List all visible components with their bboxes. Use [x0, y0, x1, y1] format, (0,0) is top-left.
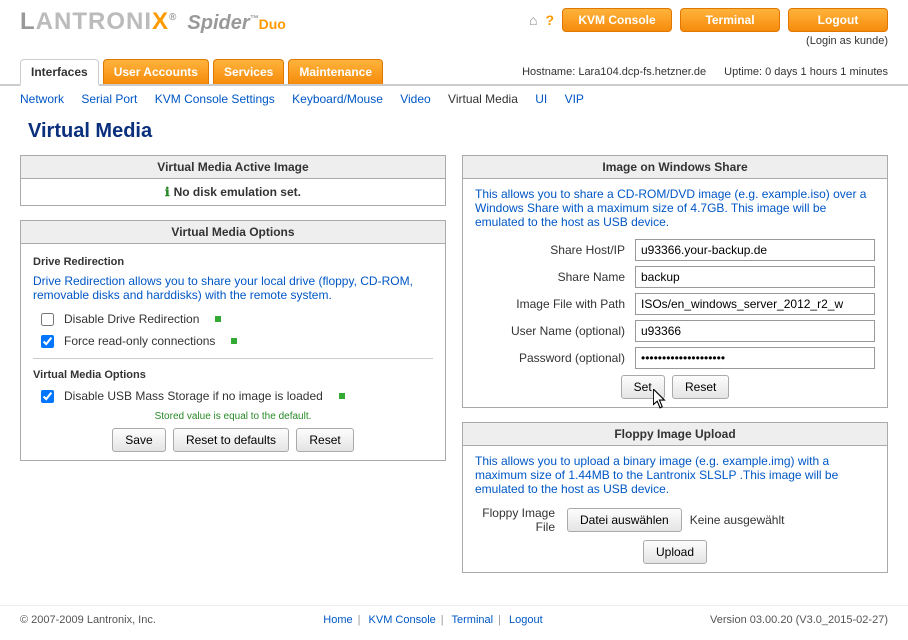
floppy-desc: This allows you to upload a binary image…	[475, 454, 875, 496]
share-host-label: Share Host/IP	[475, 243, 635, 257]
password-label: Password (optional)	[475, 351, 635, 365]
image-path-input[interactable]	[635, 293, 875, 315]
page-title: Virtual Media	[0, 112, 908, 155]
reset-defaults-button[interactable]: Reset to defaults	[173, 428, 289, 452]
footer: © 2007-2009 Lantronix, Inc. Home| KVM Co…	[0, 605, 908, 634]
subnav-ui[interactable]: UI	[535, 92, 547, 106]
home-icon[interactable]: ⌂	[529, 12, 537, 28]
host-info: Hostname: Lara104.dcp-fs.hetzner.de Upti…	[522, 66, 888, 84]
share-name-label: Share Name	[475, 270, 635, 284]
set-button[interactable]: Set	[621, 375, 665, 399]
panel-title-active-image: Virtual Media Active Image	[21, 156, 445, 179]
no-disk-status: ℹNo disk emulation set.	[21, 179, 445, 205]
no-file-label: Keine ausgewählt	[690, 513, 785, 527]
tab-user-accounts[interactable]: User Accounts	[103, 59, 209, 84]
subnav-virtual-media[interactable]: Virtual Media	[448, 92, 518, 106]
status-dot-icon	[215, 316, 221, 322]
subnav-video[interactable]: Video	[400, 92, 430, 106]
reset-button[interactable]: Reset	[296, 428, 353, 452]
disable-drive-redirection-label: Disable Drive Redirection	[64, 312, 199, 326]
choose-file-button[interactable]: Datei auswählen	[567, 508, 682, 532]
copyright-label: © 2007-2009 Lantronix, Inc.	[20, 614, 156, 626]
vm-options-heading: Virtual Media Options	[33, 369, 433, 381]
content: Virtual Media Active Image ℹNo disk emul…	[0, 155, 908, 605]
upload-button[interactable]: Upload	[643, 540, 707, 564]
hostname-label: Hostname: Lara104.dcp-fs.hetzner.de	[522, 66, 706, 78]
uptime-label: Uptime: 0 days 1 hours 1 minutes	[724, 66, 888, 78]
main-tabs: Interfaces User Accounts Services Mainte…	[0, 47, 908, 86]
panel-title-vm-options: Virtual Media Options	[21, 221, 445, 244]
panel-windows-share: Image on Windows Share This allows you t…	[462, 155, 888, 408]
subnav-vip[interactable]: VIP	[565, 92, 584, 106]
disable-drive-redirection-checkbox[interactable]	[41, 313, 54, 326]
subnav-serial[interactable]: Serial Port	[81, 92, 137, 106]
subnav-kvm-settings[interactable]: KVM Console Settings	[155, 92, 275, 106]
logo-spider: Spider™Duo	[187, 12, 285, 35]
stored-default-label: Stored value is equal to the default.	[33, 411, 433, 422]
status-dot-icon	[231, 338, 237, 344]
left-column: Virtual Media Active Image ℹNo disk emul…	[20, 155, 446, 587]
drive-redirection-heading: Drive Redirection	[33, 256, 433, 268]
footer-kvm-link[interactable]: KVM Console	[369, 614, 436, 626]
right-column: Image on Windows Share This allows you t…	[462, 155, 888, 587]
floppy-file-label: Floppy Image File	[475, 506, 565, 534]
panel-title-windows-share: Image on Windows Share	[463, 156, 887, 179]
status-dot-icon	[339, 393, 345, 399]
password-input[interactable]	[635, 347, 875, 369]
drive-redirection-desc: Drive Redirection allows you to share yo…	[33, 274, 433, 302]
info-icon: ℹ	[165, 185, 170, 199]
footer-links: Home| KVM Console| Terminal| Logout	[323, 614, 542, 626]
header: LANTRONIX® Spider™Duo ⌂ ? KVM Console Te…	[0, 0, 908, 47]
save-button[interactable]: Save	[112, 428, 165, 452]
footer-terminal-link[interactable]: Terminal	[452, 614, 494, 626]
help-icon[interactable]: ?	[545, 12, 554, 28]
subnav-keyboard[interactable]: Keyboard/Mouse	[292, 92, 383, 106]
logout-button[interactable]: Logout	[788, 8, 888, 32]
force-readonly-label: Force read-only connections	[64, 334, 215, 348]
terminal-button[interactable]: Terminal	[680, 8, 780, 32]
header-right: ⌂ ? KVM Console Terminal Logout (Login a…	[529, 8, 888, 47]
username-input[interactable]	[635, 320, 875, 342]
tab-services[interactable]: Services	[213, 59, 284, 84]
username-label: User Name (optional)	[475, 324, 635, 338]
windows-share-desc: This allows you to share a CD-ROM/DVD im…	[475, 187, 875, 229]
disable-usb-label: Disable USB Mass Storage if no image is …	[64, 389, 323, 403]
image-path-label: Image File with Path	[475, 297, 635, 311]
subnav-network[interactable]: Network	[20, 92, 64, 106]
panel-active-image: Virtual Media Active Image ℹNo disk emul…	[20, 155, 446, 206]
panel-title-floppy: Floppy Image Upload	[463, 423, 887, 446]
tab-maintenance[interactable]: Maintenance	[288, 59, 383, 84]
subnav: Network Serial Port KVM Console Settings…	[0, 86, 908, 112]
footer-logout-link[interactable]: Logout	[509, 614, 543, 626]
logo-lantronix: LANTRONIX®	[20, 8, 177, 36]
panel-vm-options: Virtual Media Options Drive Redirection …	[20, 220, 446, 461]
panel-floppy-upload: Floppy Image Upload This allows you to u…	[462, 422, 888, 573]
kvm-console-button[interactable]: KVM Console	[562, 8, 672, 32]
force-readonly-checkbox[interactable]	[41, 335, 54, 348]
winshare-reset-button[interactable]: Reset	[672, 375, 729, 399]
disable-usb-checkbox[interactable]	[41, 390, 54, 403]
share-name-input[interactable]	[635, 266, 875, 288]
logo: LANTRONIX® Spider™Duo	[20, 8, 286, 36]
tab-interfaces[interactable]: Interfaces	[20, 59, 99, 86]
version-label: Version 03.00.20 (V3.0_2015-02-27)	[710, 614, 888, 626]
login-as-label: (Login as kunde)	[529, 35, 888, 47]
share-host-input[interactable]	[635, 239, 875, 261]
footer-home-link[interactable]: Home	[323, 614, 352, 626]
